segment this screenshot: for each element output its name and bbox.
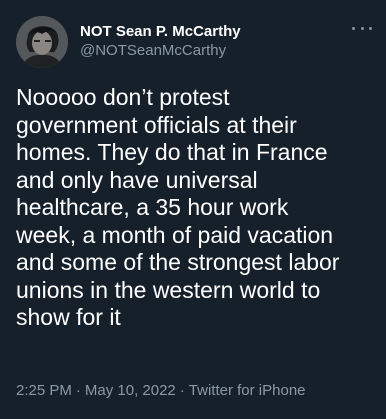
dot: [369, 26, 372, 30]
avatar[interactable]: [16, 16, 68, 68]
tweet-metadata: 2:25 PM · May 10, 2022 · Twitter for iPhone: [16, 381, 306, 401]
avatar-image: [16, 16, 68, 68]
ellipsis-icon[interactable]: [352, 20, 372, 36]
separator: ·: [75, 382, 81, 399]
tweet-date[interactable]: May 10, 2022: [85, 382, 176, 399]
author-names: NOT Sean P. McCarthy @NOTSeanMcCarthy: [80, 22, 241, 61]
separator: ·: [179, 382, 185, 399]
tweet-card: NOT Sean P. McCarthy @NOTSeanMcCarthy No…: [0, 0, 386, 419]
dot: [352, 26, 355, 30]
author-handle[interactable]: @NOTSeanMcCarthy: [80, 41, 241, 61]
tweet-header: NOT Sean P. McCarthy @NOTSeanMcCarthy: [16, 16, 374, 68]
dot: [360, 26, 364, 30]
tweet-source[interactable]: Twitter for iPhone: [189, 382, 306, 399]
tweet-time[interactable]: 2:25 PM: [16, 382, 72, 399]
tweet-text: Nooooo don’t protest government official…: [16, 84, 340, 330]
author-display-name[interactable]: NOT Sean P. McCarthy: [80, 22, 241, 41]
